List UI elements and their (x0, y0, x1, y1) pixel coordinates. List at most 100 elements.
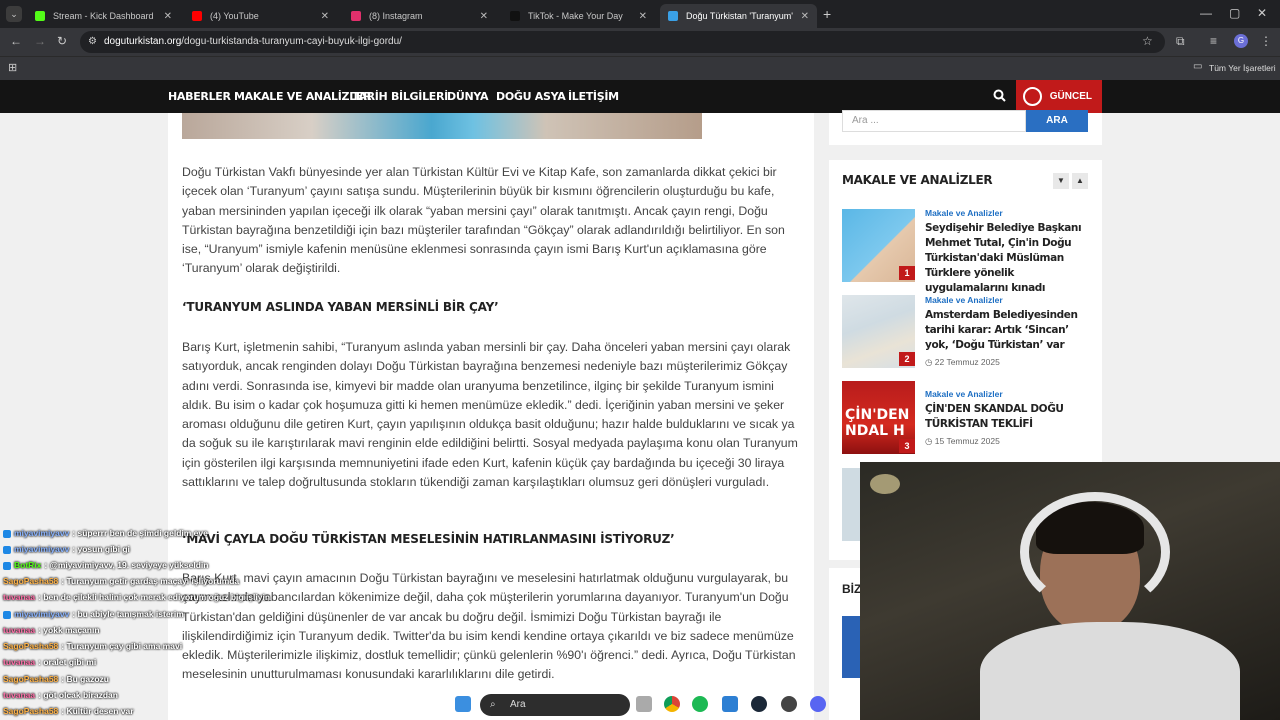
post-category[interactable]: Makale ve Analizler (925, 295, 1003, 305)
chat-message: BotRix: @miyavimiyavv, 19. seviyeye yüks… (3, 560, 208, 570)
widget-image (842, 616, 860, 678)
chat-text: : oralet gibi mi (38, 657, 97, 667)
nav-makale[interactable]: MAKALE VE ANALİZLER (234, 80, 372, 113)
store-icon[interactable] (722, 696, 738, 712)
media-icon[interactable]: ≡ (1210, 34, 1217, 48)
nav-dogu-asya[interactable]: DOĞU ASYA (496, 80, 566, 113)
folder-icon: ▭ (1193, 61, 1203, 72)
tab-kick[interactable]: Stream - Kick Dashboard ✕ (27, 4, 180, 28)
chat-text: : bu abiyle tanışmak isterim (72, 609, 184, 619)
tab-tiktok[interactable]: TikTok - Make Your Day ✕ (502, 4, 655, 28)
article-subheading: ‘MAVİ ÇAYLA DOĞU TÜRKİSTAN MESELESİNİN H… (182, 532, 675, 546)
steam-icon[interactable] (751, 696, 767, 712)
chat-text: : Bu gazozu (61, 674, 109, 684)
chat-text: : göt olcak birazdan (38, 690, 118, 700)
chat-username: SagoPasha58 (3, 576, 59, 586)
chat-username: tuvanaa (3, 690, 36, 700)
minimize-icon[interactable]: — (1200, 6, 1212, 20)
task-view-icon[interactable] (636, 696, 652, 712)
thumbnail-caption: ÇİN'DEN NDAL H (845, 407, 910, 439)
post-title[interactable]: Seydişehir Belediye Başkanı Mehmet Tutal… (925, 221, 1090, 296)
chat-text: : @miyavimiyavv, 19. seviyeye yükseldin (44, 560, 209, 570)
chat-username: miyavimiyavv (14, 544, 70, 554)
search-button[interactable]: ARA (1026, 110, 1088, 132)
chat-username: SagoPasha58 (3, 674, 59, 684)
window-close-icon[interactable]: ✕ (1257, 6, 1267, 20)
menu-icon[interactable]: ⋮ (1260, 34, 1272, 48)
close-icon[interactable]: ✕ (164, 11, 172, 22)
close-icon[interactable]: ✕ (801, 11, 809, 22)
close-icon[interactable]: ✕ (321, 11, 329, 22)
site-navigation: HABERLER MAKALE VE ANALİZLER TARİH BİLGİ… (0, 80, 1280, 113)
forward-icon[interactable]: → (34, 34, 46, 48)
subscriber-badge-icon (3, 610, 11, 619)
chat-text: : süperrr ben de şimdi geldim eve (72, 528, 208, 538)
tab-search-icon[interactable]: ⌄ (6, 6, 22, 22)
post-category[interactable]: Makale ve Analizler (925, 389, 1003, 399)
extensions-icon[interactable]: ⧉ (1176, 34, 1185, 49)
chat-message: SagoPasha58: Turanyum çay gibi ama mavi (3, 641, 182, 651)
tab-doguturkistan[interactable]: Doğu Türkistan 'Turanyum' çayı ✕ (660, 4, 817, 28)
chevron-down-icon[interactable]: ▼ (1053, 173, 1069, 189)
chat-message: miyavimiyavv: süperrr ben de şimdi geldi… (3, 528, 208, 538)
lamp-light (870, 474, 900, 494)
chat-username: SagoPasha58 (3, 641, 59, 651)
chat-message: tuvanaa: oralet gibi mi (3, 657, 96, 667)
search-input[interactable]: Ara ... (842, 110, 1026, 132)
guncel-button[interactable]: GÜNCEL (1016, 80, 1102, 113)
taskbar-search[interactable]: ⌕ Ara (480, 694, 630, 716)
chrome-icon[interactable] (664, 696, 680, 712)
chat-username: tuvanaa (3, 625, 36, 635)
post-title[interactable]: ÇİN'DEN SKANDAL DOĞU TÜRKİSTAN TEKLİFİ (925, 402, 1090, 432)
streamer-shirt (980, 622, 1240, 720)
search-icon: ⌕ (490, 699, 496, 710)
site-info-icon[interactable]: ⚙ (88, 31, 97, 53)
post-thumbnail[interactable] (842, 468, 860, 541)
chat-username: tuvanaa (3, 592, 36, 602)
tab-instagram[interactable]: (8) Instagram ✕ (343, 4, 496, 28)
chat-message: SagoPasha58: Kültür desen var (3, 706, 134, 716)
clock-icon: ◷ (925, 357, 933, 367)
chat-username: tuvanaa (3, 657, 36, 667)
nav-dunya[interactable]: DÜNYA (447, 80, 489, 113)
spotify-icon[interactable] (692, 696, 708, 712)
post-date: ◷ 15 Temmuz 2025 (925, 436, 1000, 446)
all-bookmarks-link[interactable]: Tüm Yer İşaretleri (1209, 63, 1276, 73)
new-tab-icon[interactable]: + (823, 6, 831, 22)
article-paragraph: Doğu Türkistan Vakfı bünyesinde yer alan… (182, 165, 785, 276)
tab-youtube[interactable]: (4) YouTube ✕ (184, 4, 337, 28)
reload-icon[interactable]: ↻ (57, 34, 67, 48)
chat-message: tuvanaa: ben de çilekli halini çok merak… (3, 592, 270, 602)
chat-text: : Turanyum getir gardaş maçayı işliyorum… (61, 576, 240, 586)
nav-haberler[interactable]: HABERLER (168, 80, 231, 113)
nav-tarih[interactable]: TARİH BİLGİLERİ (352, 80, 448, 113)
url-field[interactable]: ⚙ doguturkistan.org/dogu-turkistanda-tur… (80, 31, 1165, 53)
close-icon[interactable]: ✕ (480, 11, 488, 22)
post-category[interactable]: Makale ve Analizler (925, 208, 1003, 218)
apps-icon[interactable]: ⊞ (8, 61, 17, 74)
windows-start-icon[interactable] (455, 696, 471, 712)
chat-message: tuvanaa: göt olcak birazdan (3, 690, 118, 700)
youtube-icon (192, 11, 202, 21)
subscriber-badge-icon (3, 545, 11, 554)
post-title[interactable]: Amsterdam Belediyesinden tarihi karar: A… (925, 308, 1090, 353)
close-icon[interactable]: ✕ (639, 11, 647, 22)
chevron-up-icon[interactable]: ▲ (1072, 173, 1088, 189)
obs-icon[interactable] (781, 696, 797, 712)
chat-text: : ben de çilekli halini çok merak ediyor… (38, 592, 271, 602)
headset (1020, 492, 1170, 612)
search-icon[interactable] (993, 89, 1006, 105)
chat-text: : yokk maçanın (38, 625, 100, 635)
chat-message: SagoPasha58: Turanyum getir gardaş maçay… (3, 576, 239, 586)
rank-badge: 2 (899, 352, 915, 366)
maximize-icon[interactable]: ▢ (1229, 6, 1240, 20)
post-date: ◷ 22 Temmuz 2025 (925, 357, 1000, 367)
chat-message: miyavimiyavv: bu abiyle tanışmak isterim (3, 609, 184, 619)
profile-avatar[interactable]: G (1234, 34, 1248, 48)
bookmark-star-icon[interactable]: ☆ (1142, 34, 1153, 48)
chat-message: miyavimiyavv: yosun gibi gi (3, 544, 130, 554)
nav-iletisim[interactable]: İLETİŞİM (568, 80, 619, 113)
subscriber-badge-icon (3, 561, 11, 570)
discord-icon[interactable] (810, 696, 826, 712)
back-icon[interactable]: ← (10, 34, 22, 48)
